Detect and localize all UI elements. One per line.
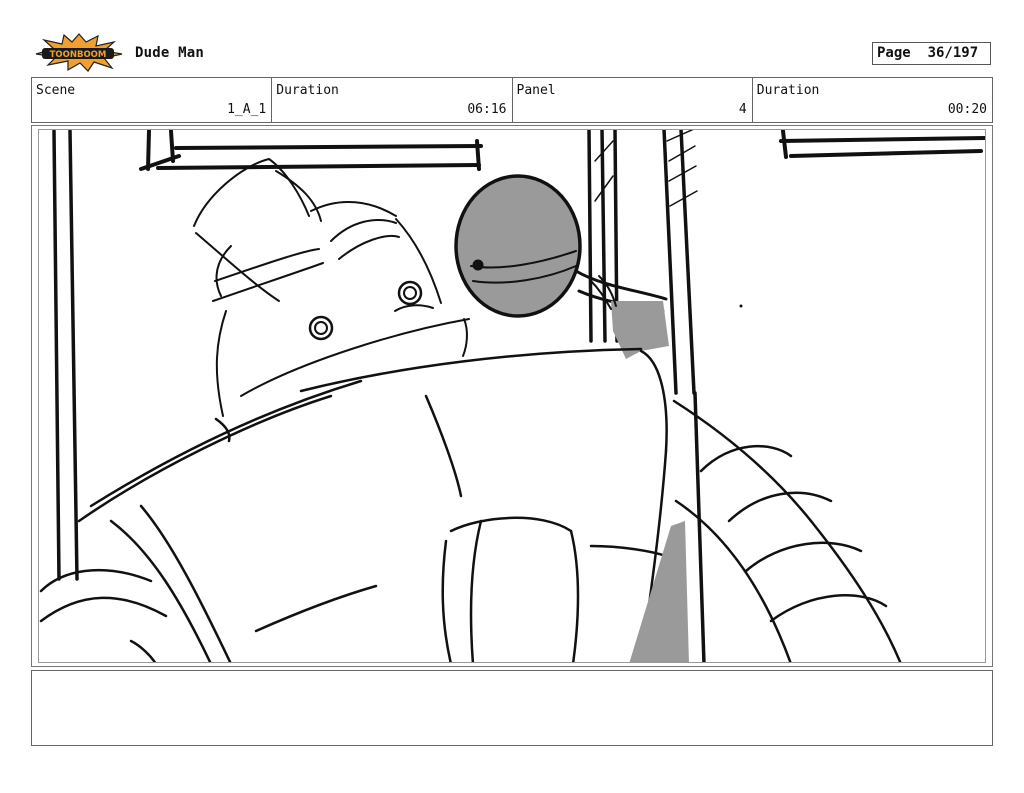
storyboard-panel-sketch <box>38 129 986 663</box>
panel-label: Panel <box>516 83 556 98</box>
scene-duration-cell: Duration 06:16 <box>272 78 513 122</box>
panel-duration-label: Duration <box>756 83 820 98</box>
panel-value: 4 <box>738 102 747 117</box>
panel-duration-value: 00:20 <box>947 102 987 117</box>
page-indicator: Page 36/197 <box>872 42 991 65</box>
toonboom-logo: TOONBOOM <box>34 32 124 72</box>
scene-duration-value: 06:16 <box>467 102 507 117</box>
storyboard-info-row: Scene 1_A_1 Duration 06:16 Panel 4 Durat… <box>31 77 993 123</box>
panel-duration-cell: Duration 00:20 <box>753 78 992 122</box>
scene-cell: Scene 1_A_1 <box>32 78 273 122</box>
page-label: Page <box>877 45 911 61</box>
scene-label: Scene <box>36 83 76 98</box>
scene-value: 1_A_1 <box>227 102 267 117</box>
panel-notes-box <box>31 670 993 746</box>
logo-wordmark: TOONBOOM <box>50 50 107 60</box>
project-title: Dude Man <box>135 45 205 61</box>
panel-cell: Panel 4 <box>513 78 753 122</box>
page-number: 36/197 <box>927 45 979 61</box>
scene-duration-label: Duration <box>276 83 339 98</box>
